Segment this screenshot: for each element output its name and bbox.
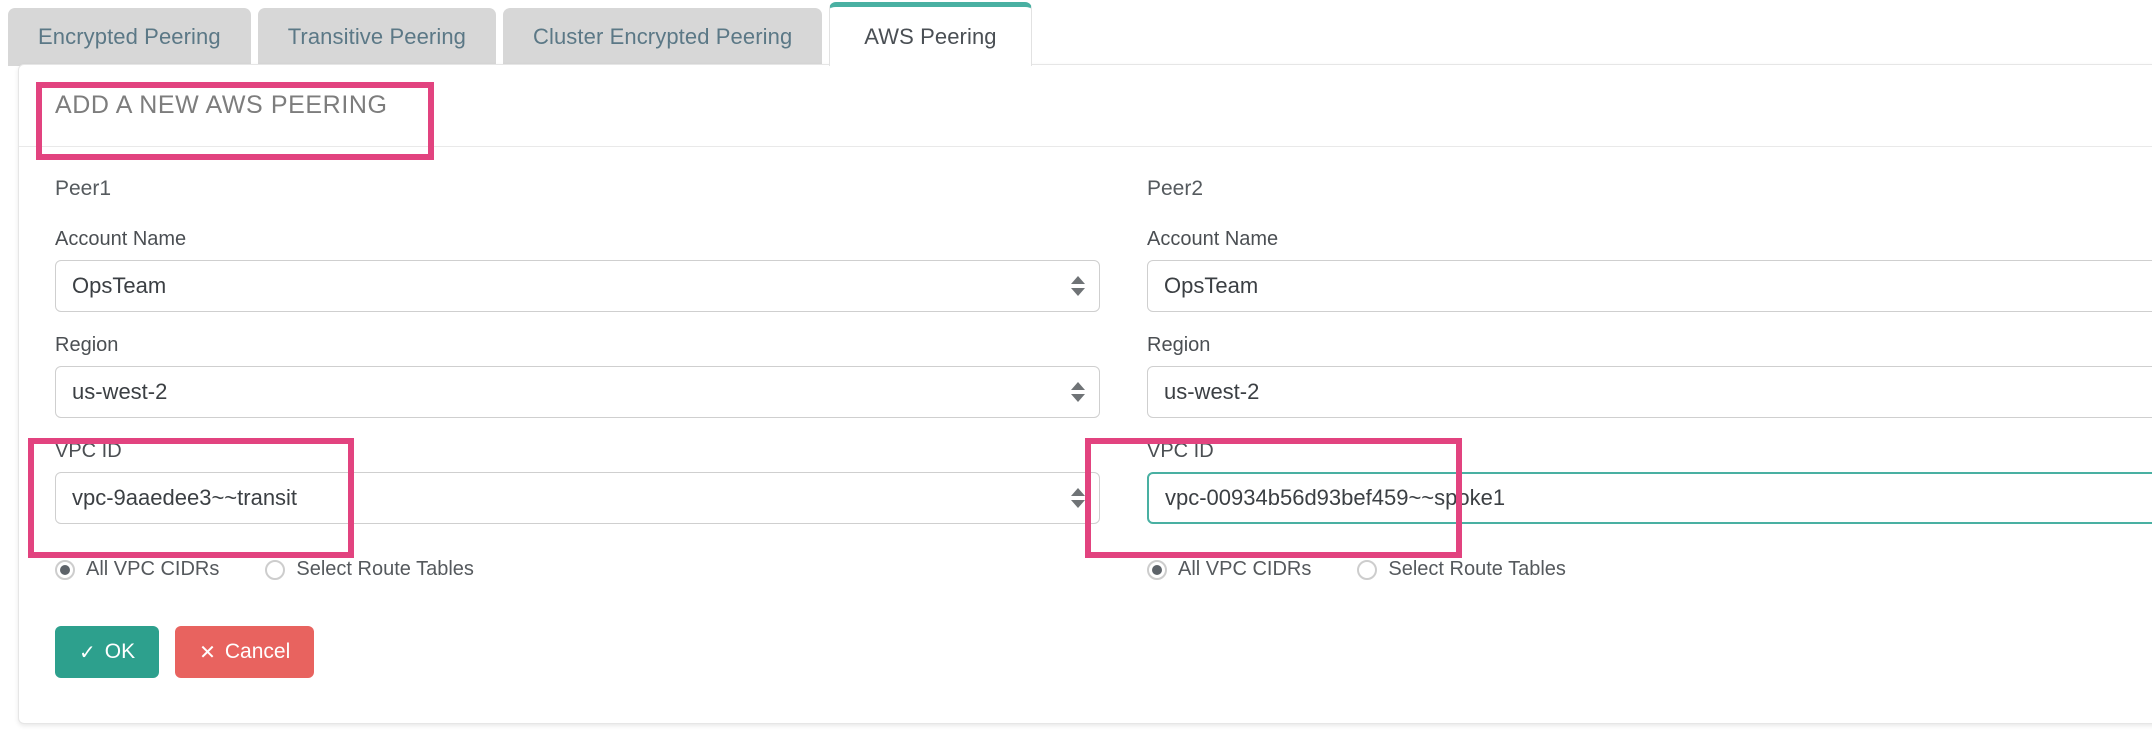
peer2-vpc-id-field: VPC ID vpc-00934b56d93bef459~~spoke1 (1147, 440, 2152, 524)
peer2-vpc-id-label: VPC ID (1147, 440, 1214, 462)
peer2-cidr-radio-group: All VPC CIDRs Select Route Tables (1147, 558, 2152, 581)
tab-label: Cluster Encrypted Peering (533, 24, 793, 49)
tab-encrypted-peering[interactable]: Encrypted Peering (8, 8, 251, 66)
radio-selected-icon (1147, 559, 1167, 580)
peer2-account-name-select[interactable]: OpsTeam (1147, 260, 2152, 312)
peer1-vpc-id-label: VPC ID (55, 440, 122, 462)
peer1-vpc-id-field: VPC ID vpc-9aaedee3~~transit (55, 440, 1100, 524)
radio-label: Select Route Tables (296, 558, 474, 580)
peer1-region-select[interactable]: us-west-2 (55, 366, 1100, 418)
peer1-account-name-field: Account Name OpsTeam (55, 228, 1100, 312)
peer2-radio-all-vpc-cidrs[interactable]: All VPC CIDRs (1147, 558, 1311, 581)
peer1-account-name-label: Account Name (55, 228, 187, 250)
peer2-region-field: Region us-west-2 (1147, 334, 2152, 418)
peer1-vpc-id-select[interactable]: vpc-9aaedee3~~transit (55, 472, 1100, 524)
check-icon: ✓ (79, 641, 96, 664)
radio-selected-icon (55, 559, 75, 580)
page-title: ADD A NEW AWS PEERING (55, 91, 388, 119)
cancel-button-label: Cancel (224, 640, 291, 663)
add-aws-peering-card: ADD A NEW AWS PEERING Peer1 Account Name… (18, 64, 2152, 724)
peer2-account-name-field: Account Name OpsTeam (1147, 228, 2152, 312)
tab-label: Encrypted Peering (38, 24, 221, 49)
peer2-account-name-label: Account Name (1147, 228, 1279, 250)
tab-aws-peering[interactable]: AWS Peering (829, 2, 1032, 66)
cancel-button[interactable]: ✕ Cancel (175, 626, 315, 678)
chevron-updown-icon (1071, 382, 1085, 402)
tab-strip: Encrypted Peering Transitive Peering Clu… (0, 0, 2152, 66)
radio-unselected-icon (265, 559, 286, 580)
peer2-heading: Peer2 (1147, 177, 1204, 200)
peer1-radio-all-vpc-cidrs[interactable]: All VPC CIDRs (55, 558, 219, 581)
close-icon: ✕ (199, 641, 216, 664)
peer2-region-select[interactable]: us-west-2 (1147, 366, 2152, 418)
peer1-cidr-radio-group: All VPC CIDRs Select Route Tables (55, 558, 1100, 581)
peer1-region-value: us-west-2 (72, 379, 168, 404)
peer1-account-name-value: OpsTeam (72, 273, 167, 298)
peer2-region-value: us-west-2 (1164, 379, 1260, 404)
tab-transitive-peering[interactable]: Transitive Peering (257, 8, 496, 66)
peer1-radio-select-route-tables[interactable]: Select Route Tables (265, 558, 474, 581)
tab-cluster-encrypted-peering[interactable]: Cluster Encrypted Peering (503, 8, 823, 66)
tab-label: AWS Peering (864, 23, 997, 49)
peer2-region-label: Region (1147, 334, 1211, 356)
peer2-column: Peer2 Account Name OpsTeam Region us-wes… (1147, 177, 2152, 581)
peer1-heading: Peer1 (55, 177, 112, 200)
ok-button-label: OK (104, 640, 136, 663)
peer2-vpc-id-value: vpc-00934b56d93bef459~~spoke1 (1165, 485, 1506, 510)
radio-label: All VPC CIDRs (1178, 558, 1312, 580)
peer-columns: Peer1 Account Name OpsTeam Region us-wes… (55, 177, 2152, 581)
peer2-vpc-id-select[interactable]: vpc-00934b56d93bef459~~spoke1 (1147, 472, 2152, 524)
card-body: Peer1 Account Name OpsTeam Region us-wes… (19, 147, 2152, 678)
form-actions: ✓ OK ✕ Cancel (55, 626, 2141, 678)
chevron-updown-icon (1071, 488, 1085, 508)
peer1-region-label: Region (55, 334, 119, 356)
radio-label: All VPC CIDRs (86, 558, 220, 580)
peer2-radio-select-route-tables[interactable]: Select Route Tables (1357, 558, 1566, 581)
radio-label: Select Route Tables (1388, 558, 1566, 580)
card-header: ADD A NEW AWS PEERING (19, 65, 2152, 147)
peer1-vpc-id-value: vpc-9aaedee3~~transit (72, 485, 298, 510)
peer1-region-field: Region us-west-2 (55, 334, 1100, 418)
peer1-account-name-select[interactable]: OpsTeam (55, 260, 1100, 312)
peer2-account-name-value: OpsTeam (1164, 273, 1259, 298)
radio-unselected-icon (1357, 559, 1378, 580)
peer1-column: Peer1 Account Name OpsTeam Region us-wes… (55, 177, 1100, 581)
chevron-updown-icon (1071, 276, 1085, 296)
tab-label: Transitive Peering (287, 24, 466, 49)
ok-button[interactable]: ✓ OK (55, 626, 160, 678)
